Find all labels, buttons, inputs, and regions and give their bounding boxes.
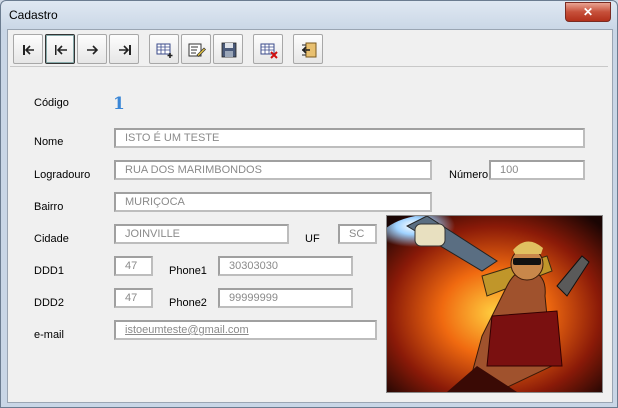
previous-record-button[interactable]	[45, 34, 75, 64]
phone1-label: Phone1	[169, 265, 207, 277]
last-record-button[interactable]	[109, 34, 139, 64]
codigo-label: Código	[34, 97, 69, 109]
save-record-button[interactable]	[213, 34, 243, 64]
exit-button[interactable]	[293, 34, 323, 64]
bairro-label: Bairro	[34, 201, 64, 213]
record-photo	[386, 215, 603, 393]
edit-record-button[interactable]	[181, 34, 211, 64]
nome-label: Nome	[34, 136, 64, 148]
numero-field[interactable]: 100	[489, 160, 585, 180]
form-area: Código 1 Nome ISTO É UM TESTE Logradouro…	[7, 29, 613, 403]
codigo-value: 1	[113, 94, 125, 114]
uf-label: UF	[305, 233, 320, 245]
cidade-field[interactable]: JOINVILLE	[114, 224, 289, 244]
delete-record-icon	[260, 43, 278, 59]
next-record-icon	[87, 45, 99, 55]
exit-icon	[301, 42, 317, 58]
delete-record-button[interactable]	[253, 34, 283, 64]
cidade-label: Cidade	[34, 233, 69, 245]
first-record-icon	[23, 45, 34, 55]
nome-field[interactable]: ISTO É UM TESTE	[114, 128, 585, 148]
numero-label: Número	[449, 169, 489, 181]
new-record-button[interactable]	[149, 34, 179, 64]
logradouro-field[interactable]: RUA DOS MARIMBONDOS	[114, 160, 432, 180]
bairro-field[interactable]: MURIÇOCA	[114, 192, 432, 212]
last-record-icon	[119, 45, 131, 55]
logradouro-label: Logradouro	[34, 169, 91, 181]
ddd1-label: DDD1	[34, 265, 64, 277]
phone2-label: Phone2	[169, 297, 207, 309]
toolbar	[10, 32, 608, 67]
new-record-icon	[156, 43, 173, 58]
phone2-field[interactable]: 99999999	[218, 288, 353, 308]
window-title: Cadastro	[9, 8, 58, 22]
ddd2-field[interactable]: 47	[114, 288, 153, 308]
ddd2-label: DDD2	[34, 297, 64, 309]
title-bar[interactable]: Cadastro ✕	[1, 1, 617, 29]
edit-record-icon	[188, 43, 206, 57]
uf-field[interactable]: SC	[338, 224, 377, 244]
phone1-field[interactable]: 30303030	[218, 256, 353, 276]
next-record-button[interactable]	[77, 34, 107, 64]
ddd1-field[interactable]: 47	[114, 256, 153, 276]
save-icon	[221, 42, 237, 58]
close-button[interactable]: ✕	[565, 2, 611, 22]
photo-image	[387, 216, 602, 392]
first-record-button[interactable]	[13, 34, 43, 64]
previous-record-icon	[55, 45, 67, 55]
cadastro-window: Cadastro ✕ Código 1 Nome ISTO É UM TESTE…	[0, 0, 618, 408]
email-field[interactable]: istoeumteste@gmail.com	[114, 320, 377, 340]
email-label: e-mail	[34, 329, 64, 341]
